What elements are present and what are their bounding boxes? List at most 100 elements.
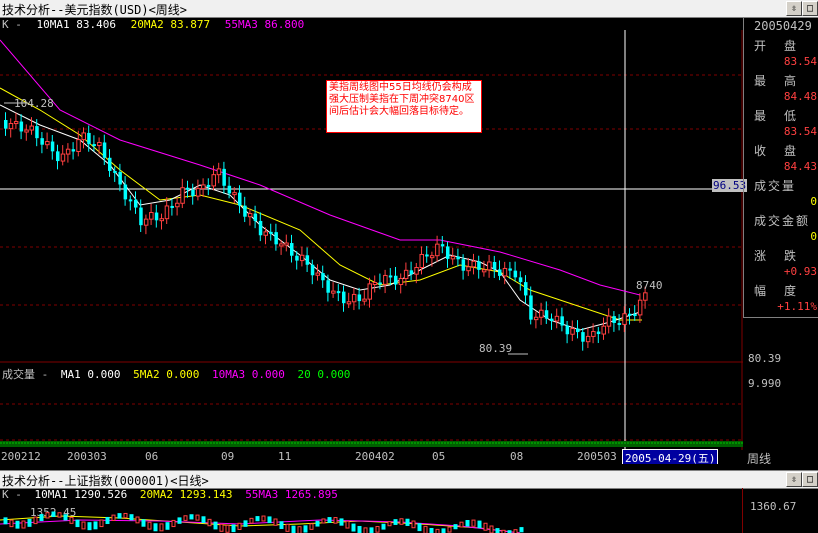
- second-price-chart[interactable]: 1352.45: [0, 500, 742, 533]
- candle-body: [529, 295, 533, 320]
- candle-body: [258, 220, 263, 236]
- candle-body: [423, 525, 428, 533]
- candle-body: [539, 309, 544, 318]
- candlesticks: [4, 112, 648, 351]
- candle-body: [118, 172, 122, 185]
- candle-body: [139, 207, 143, 226]
- candle-body: [429, 255, 435, 259]
- candle-body: [211, 174, 216, 187]
- candle-body: [309, 523, 314, 530]
- candle-body: [477, 261, 481, 270]
- quote-label: 最高: [754, 74, 815, 88]
- quote-label: 开盘: [754, 39, 815, 53]
- candle-body: [189, 514, 194, 520]
- candle-body: [419, 253, 424, 269]
- restore-icon[interactable]: ⇳: [786, 1, 802, 16]
- candle-body: [159, 218, 164, 222]
- candle-body: [291, 525, 296, 533]
- candle-body: [63, 514, 68, 521]
- candle-body: [50, 141, 55, 152]
- candle-body: [201, 184, 206, 190]
- candle-body: [381, 523, 386, 530]
- candle-body: [483, 522, 488, 531]
- candle-body: [201, 516, 206, 524]
- candle-body: [57, 512, 62, 518]
- candle-body: [273, 518, 278, 526]
- candle-body: [351, 293, 357, 303]
- candle-body: [554, 315, 560, 322]
- candle-body: [195, 514, 200, 521]
- candle-body: [35, 126, 39, 139]
- quote-label: 收盘: [754, 144, 815, 158]
- restore-icon[interactable]: ⇳: [786, 472, 802, 487]
- volume-legend: 成交量 - MA1 0.000 5MA2 0.000 10MA3 0.000 2…: [2, 366, 356, 382]
- volume-axis-label: 9.990: [748, 377, 782, 390]
- candle-body: [207, 518, 212, 527]
- candle-body: [40, 138, 44, 145]
- chart-window-titlebar: 技术分析--美元指数(USD)<周线> ⇳ □: [0, 0, 818, 18]
- candle-body: [117, 513, 122, 519]
- candle-body: [362, 298, 367, 302]
- axis-low-label: 80.39: [748, 352, 782, 365]
- candle-body: [261, 515, 266, 522]
- candle-body: [284, 242, 289, 246]
- quote-value: 83.54: [783, 125, 817, 138]
- candle-body: [195, 188, 201, 197]
- candle-body: [502, 267, 508, 277]
- candle-body: [435, 243, 440, 257]
- candle-body: [232, 192, 237, 196]
- candle-body: [159, 523, 164, 532]
- candle-body: [285, 523, 290, 532]
- candle-body: [331, 290, 336, 294]
- candle-body: [581, 332, 585, 342]
- candle-body: [69, 516, 74, 524]
- candle-body: [492, 261, 497, 270]
- candle-body: [585, 335, 591, 343]
- second-window-title: 技术分析--上证指数(000001)<日线>: [2, 474, 209, 488]
- candle-body: [33, 516, 38, 525]
- candle-body: [299, 254, 305, 262]
- candle-body: [461, 259, 466, 271]
- candle-body: [417, 523, 422, 532]
- date-tick: 08: [510, 450, 524, 463]
- candle-body: [560, 316, 564, 326]
- candle-body: [414, 267, 419, 275]
- candle-body: [274, 232, 278, 245]
- candle-body: [453, 524, 458, 530]
- second-window-titlebar: 技术分析--上证指数(000001)<日线> ⇳ □: [0, 470, 818, 489]
- candle-body: [253, 213, 258, 221]
- candle-body: [409, 270, 414, 275]
- candle-body: [622, 313, 627, 325]
- quote-value: 83.54: [783, 55, 817, 68]
- candle-body: [601, 325, 606, 335]
- candle-body: [29, 125, 34, 131]
- candle-body: [45, 512, 50, 519]
- maximize-icon[interactable]: □: [802, 1, 818, 16]
- date-tick: 11: [278, 450, 292, 463]
- volume-bars: [0, 441, 743, 447]
- candle-body: [357, 525, 362, 533]
- candle-body: [369, 527, 374, 533]
- candle-body: [102, 142, 107, 158]
- candle-body: [481, 269, 487, 273]
- candle-body: [315, 520, 320, 527]
- candle-body: [612, 316, 616, 323]
- candle-body: [383, 274, 388, 285]
- candle-body: [596, 331, 601, 335]
- quote-value: 0: [810, 230, 817, 243]
- annotation-box[interactable]: 美指周线图中55日均线仍会构成强大压制美指在下周冲突8740区间后估计会大幅回落…: [326, 80, 482, 133]
- candle-body: [321, 273, 325, 281]
- candle-body: [513, 270, 518, 278]
- maximize-icon[interactable]: □: [802, 472, 818, 487]
- target-label: 8740: [636, 279, 663, 292]
- window-title: 技术分析--美元指数(USD)<周线>: [2, 3, 188, 17]
- candle-body: [3, 517, 8, 525]
- candle-body: [498, 269, 502, 276]
- candle-body: [93, 521, 98, 530]
- candle-body: [524, 282, 528, 296]
- candle-body: [227, 185, 232, 194]
- candle-body: [129, 514, 134, 521]
- volume-prefix: 成交量 -: [2, 368, 49, 381]
- candle-body: [177, 517, 182, 524]
- candle-body: [466, 266, 471, 272]
